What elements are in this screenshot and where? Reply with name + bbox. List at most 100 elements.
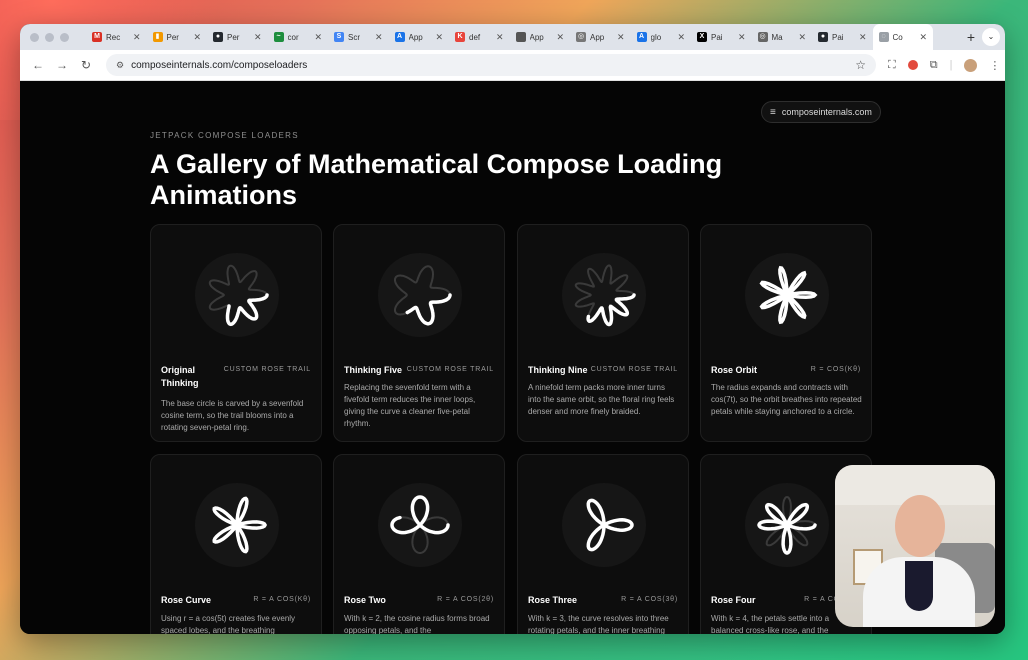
close-tab-icon[interactable]: ✕: [677, 32, 685, 43]
browser-tab[interactable]: ● Pai ✕: [812, 24, 873, 50]
loader-animation: [195, 253, 279, 337]
browser-tab[interactable]: ~ cor ✕: [268, 24, 329, 50]
forward-icon[interactable]: →: [50, 58, 74, 72]
gmail-icon: M: [92, 32, 102, 42]
tab-title: Per: [166, 32, 179, 42]
loader-card[interactable]: Rose Curve R = A COS(Kθ) Using r = a cos(5…: [150, 454, 322, 634]
site-icon: ◌: [878, 32, 889, 42]
reload-icon[interactable]: ↻: [74, 58, 98, 72]
appstore-icon: A: [394, 32, 405, 42]
close-tab-icon[interactable]: ✕: [798, 32, 806, 43]
loader-card[interactable]: Thinking Five CUSTOM ROSE TRAIL Replacing …: [333, 224, 505, 442]
tab-title: Rec: [106, 32, 121, 42]
close-tab-icon[interactable]: ✕: [193, 32, 201, 43]
browser-tab[interactable]: Aglo ✕: [631, 24, 692, 50]
browser-tab[interactable]: A App ✕: [389, 24, 450, 50]
tab-title: Pai: [832, 32, 844, 42]
close-tab-icon[interactable]: ✕: [617, 32, 625, 43]
browser-tab[interactable]: M Rec ✕: [86, 24, 147, 50]
back-icon[interactable]: ←: [26, 58, 50, 72]
close-window-button[interactable]: [30, 32, 39, 42]
minimize-window-button[interactable]: [45, 32, 54, 42]
loader-name: Rose Curve: [161, 595, 212, 605]
x-icon: X: [697, 32, 707, 42]
tab-search-icon[interactable]: ⌄: [982, 28, 1000, 46]
loader-name: Rose Two: [344, 595, 386, 605]
loader-card[interactable]: Rose Orbit R = COS(Kθ) The radius expands …: [700, 224, 872, 442]
github-icon: ●: [818, 32, 828, 42]
loader-animation: [378, 253, 462, 337]
browser-tab[interactable]: ◌ Co ✕: [872, 24, 933, 50]
analytics-icon: ▮: [152, 32, 163, 42]
github-icon: ●: [213, 32, 223, 42]
loader-name: Original Thinking: [161, 365, 199, 388]
browser-tab[interactable]: S Scr ✕: [328, 24, 389, 50]
close-tab-icon[interactable]: ✕: [738, 32, 746, 43]
appstore-icon: A: [636, 32, 647, 42]
loader-tag: R = A COS(Kθ): [253, 596, 311, 603]
profile-avatar[interactable]: [964, 58, 978, 72]
apple-icon: [515, 32, 526, 42]
bookmark-star-icon[interactable]: ☆: [855, 58, 866, 72]
tab-title: Co: [892, 32, 903, 42]
browser-tab[interactable]: ▮ Per ✕: [147, 24, 208, 50]
extension-icon[interactable]: [907, 60, 918, 70]
tab-title: Scr: [348, 32, 360, 42]
tab-title: App: [408, 32, 423, 42]
page-title: A Gallery of Mathematical Compose Loadin…: [150, 149, 723, 210]
tab-title: App: [529, 32, 544, 42]
browser-tab[interactable]: Kdef ✕: [449, 24, 510, 50]
tab-title: cor: [287, 32, 299, 42]
loader-animation: [378, 483, 462, 567]
loader-description: The radius expands and contracts with co…: [711, 383, 862, 416]
webcam-overlay: [835, 465, 995, 627]
tab-title: Per: [227, 32, 240, 42]
close-tab-icon[interactable]: ✕: [375, 32, 383, 43]
browser-tab[interactable]: App ✕: [510, 24, 571, 50]
loader-tag: CUSTOM ROSE TRAIL: [406, 366, 494, 373]
browser-tab[interactable]: ◎ App ✕: [570, 24, 631, 50]
divider: |: [949, 59, 953, 71]
loader-animation: [195, 483, 279, 567]
close-tab-icon[interactable]: ✕: [919, 32, 927, 43]
close-tab-icon[interactable]: ✕: [254, 32, 262, 43]
loader-card[interactable]: Rose Two R = A COS(2θ) With k = 2, the cos…: [333, 454, 505, 634]
tab-title: Pai: [711, 32, 723, 42]
zoom-window-button[interactable]: [60, 32, 69, 42]
extensions-puzzle-icon[interactable]: ⧉: [930, 59, 938, 72]
menu-kebab-icon[interactable]: ⋮: [989, 59, 1000, 72]
browser-tab[interactable]: X Pai ✕: [691, 24, 752, 50]
close-tab-icon[interactable]: ✕: [314, 32, 322, 43]
site-menu-button[interactable]: ≡ composeinternals.com: [761, 101, 881, 123]
loader-card[interactable]: Thinking Nine CUSTOM ROSE TRAIL A ninefold…: [517, 224, 689, 442]
close-tab-icon[interactable]: ✕: [435, 32, 443, 43]
activity-icon: ~: [273, 32, 284, 42]
close-tab-icon[interactable]: ✕: [496, 32, 504, 43]
loader-name: Thinking Nine: [528, 365, 588, 375]
loader-animation: [745, 253, 829, 337]
loader-tag: CUSTOM ROSE TRAIL: [223, 366, 311, 373]
def-icon: K: [455, 32, 465, 42]
browser-tab[interactable]: ◎ Ma ✕: [752, 24, 813, 50]
loader-tag: CUSTOM ROSE TRAIL: [590, 366, 678, 373]
site-pill-label: composeinternals.com: [781, 107, 872, 117]
loader-description: Replacing the sevenfold term with a five…: [344, 383, 476, 428]
close-tab-icon[interactable]: ✕: [556, 32, 564, 43]
tab-title: glo: [650, 32, 662, 42]
loader-name: Rose Orbit: [711, 365, 758, 375]
screenshot-icon[interactable]: ⛶: [888, 59, 896, 72]
tabs: M Rec ✕ ▮ Per ✕ ● Per ✕ ~ cor ✕ S Scr ✕ A App ✕ Kdef ✕ App ✕ ◎…: [86, 24, 960, 50]
new-tab-button[interactable]: +: [960, 29, 982, 45]
url-text[interactable]: composeinternals.com/composeloaders: [131, 60, 855, 71]
close-tab-icon[interactable]: ✕: [133, 32, 141, 43]
loader-card[interactable]: Original Thinking CUSTOM ROSE TRAIL The ba…: [150, 224, 322, 442]
webcam-person-head: [895, 495, 945, 557]
page-eyebrow: JETPACK COMPOSE LOADERS: [150, 131, 299, 140]
browser-tab[interactable]: ● Per ✕: [207, 24, 268, 50]
close-tab-icon[interactable]: ✕: [859, 32, 867, 43]
address-bar[interactable]: ⚙ composeinternals.com/composeloaders ☆: [106, 54, 876, 76]
loader-card[interactable]: Rose Three R = A COS(3θ) With k = 3, the c…: [517, 454, 689, 634]
site-info-icon[interactable]: ⚙: [116, 60, 124, 71]
loader-name: Rose Three: [528, 595, 578, 605]
globe-icon: ◎: [576, 32, 586, 42]
